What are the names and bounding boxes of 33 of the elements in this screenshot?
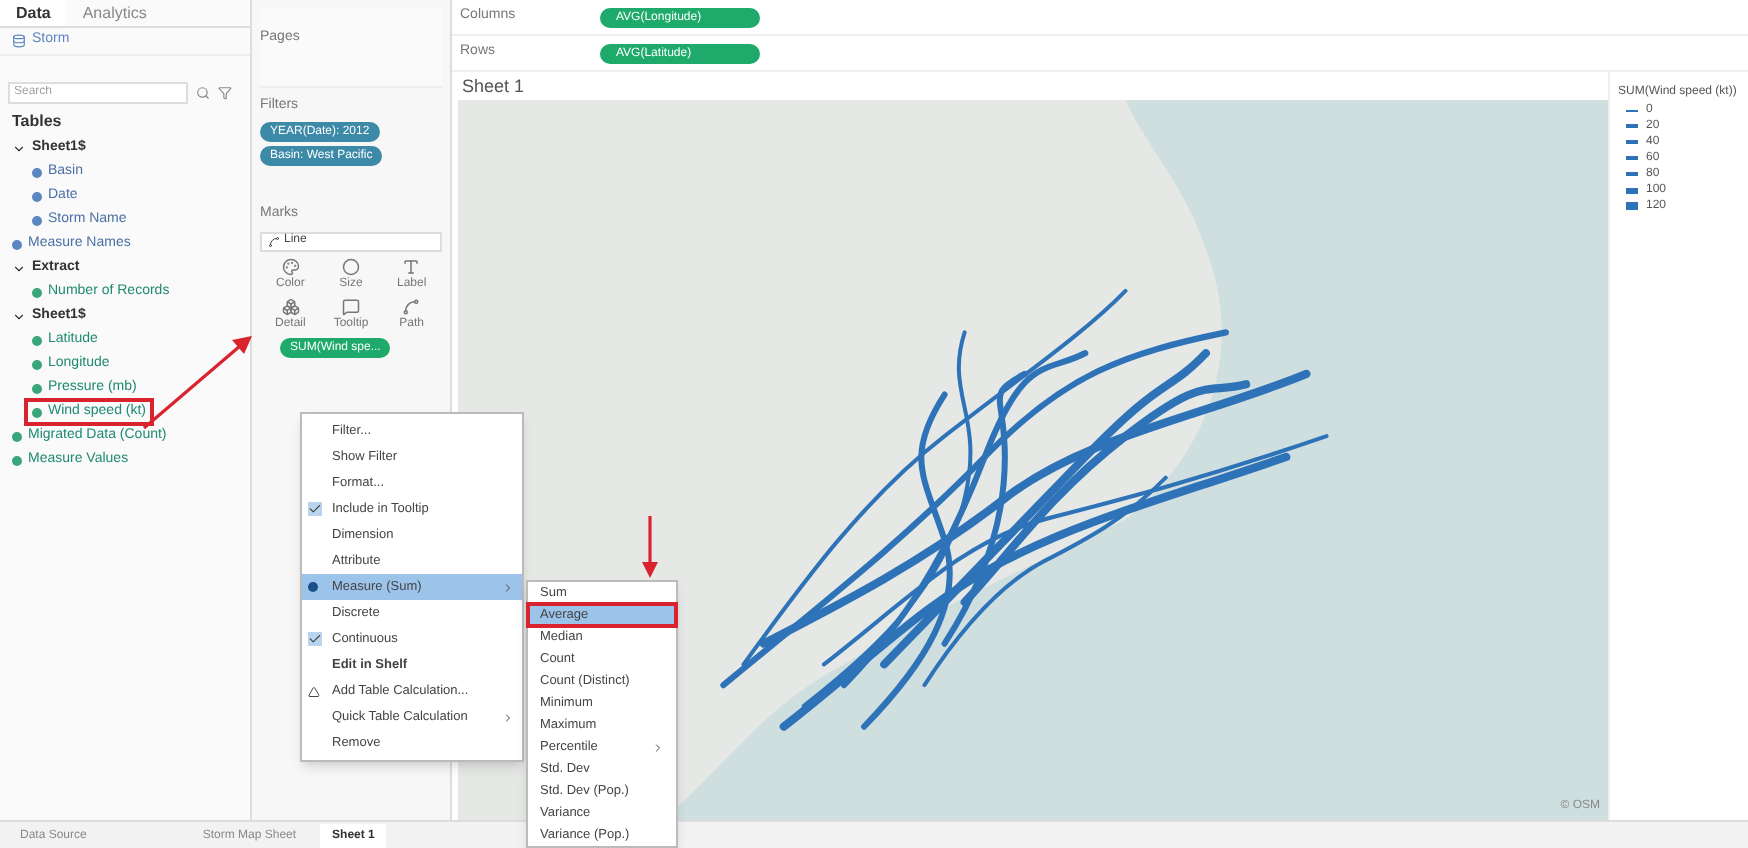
text-icon xyxy=(402,257,421,275)
field-type-icon xyxy=(32,359,42,369)
palette-icon xyxy=(281,257,300,275)
field-type-icon xyxy=(32,167,42,177)
check-icon xyxy=(308,502,322,516)
boxes-icon xyxy=(281,297,300,315)
pane-tab[interactable]: Analytics xyxy=(66,0,163,26)
pane-tab[interactable]: Data xyxy=(0,0,67,26)
sheet-title: Sheet 1 xyxy=(460,74,527,100)
triangle-icon xyxy=(308,685,320,697)
chevron-icon xyxy=(12,261,26,275)
field-type-icon xyxy=(12,431,22,441)
field-type-icon xyxy=(32,407,42,417)
field-type-icon xyxy=(32,335,42,345)
filter-icon[interactable] xyxy=(218,85,232,99)
line-icon xyxy=(268,235,280,247)
search-icon[interactable] xyxy=(196,85,210,99)
chevron-icon xyxy=(12,141,26,155)
field-type-icon xyxy=(12,239,22,249)
check-icon xyxy=(308,632,322,646)
section-title: Tables xyxy=(10,110,64,134)
database-icon xyxy=(12,34,26,48)
line-width-icon xyxy=(1626,109,1638,111)
field-type-icon xyxy=(32,383,42,393)
annotation-arrow xyxy=(642,516,658,580)
circle-icon xyxy=(341,257,360,275)
field-type-icon xyxy=(12,455,22,465)
field-type-icon xyxy=(32,215,42,225)
speech-bubble-icon xyxy=(341,297,360,315)
field-type-icon xyxy=(32,287,42,297)
field-type-icon xyxy=(32,191,42,201)
chevron-icon xyxy=(12,309,26,323)
path-icon xyxy=(402,297,421,315)
